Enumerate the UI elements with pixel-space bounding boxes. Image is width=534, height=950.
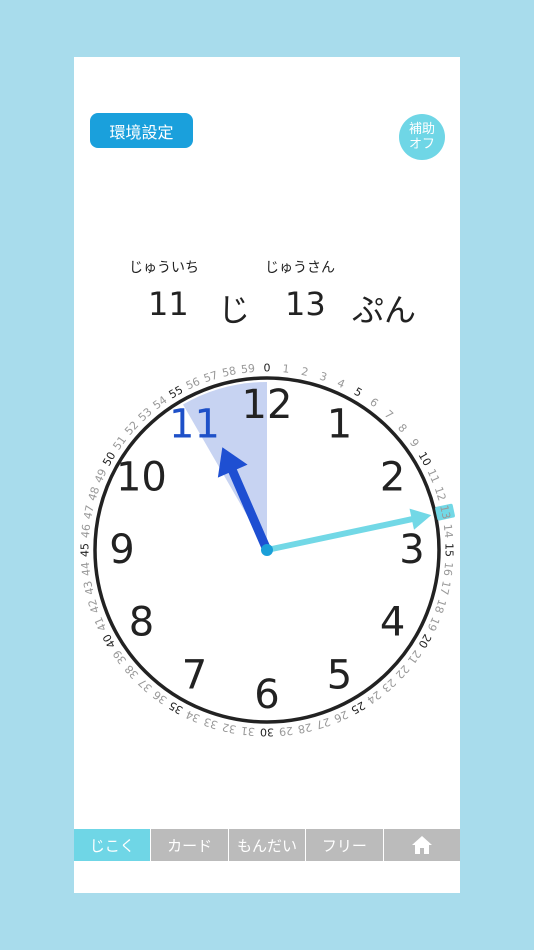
hour-value: 11 — [148, 285, 189, 323]
minute-tick-label: 3 — [318, 370, 329, 385]
minute-tick-label: 47 — [81, 504, 97, 520]
assist-label-line1: 補助 — [408, 122, 435, 137]
hour-number: 1 — [327, 401, 352, 447]
minute-tick-label: 8 — [395, 421, 409, 435]
minute-tick-label: 32 — [221, 720, 237, 736]
hour-number: 4 — [380, 600, 405, 646]
assist-toggle-button[interactable]: 補助 オフ — [399, 114, 445, 160]
minute-tick-label: 44 — [79, 561, 93, 576]
hour-number: 5 — [327, 653, 352, 699]
minute-value: 13 — [285, 285, 326, 323]
minute-tick-label: 9 — [407, 436, 422, 449]
minute-tick-label: 41 — [92, 615, 110, 633]
minute-tick-label: 0 — [264, 362, 271, 375]
minute-tick-label: 34 — [184, 707, 202, 725]
tab-mondai[interactable]: もんだい — [229, 829, 307, 861]
minute-tick-label: 1 — [282, 362, 290, 376]
settings-button[interactable]: 環境設定 — [90, 113, 193, 148]
assist-label-line2: オフ — [408, 137, 435, 152]
hour-number: 2 — [380, 455, 405, 501]
minute-reading: じゅうさん — [265, 260, 335, 276]
minute-tick-label: 58 — [221, 364, 237, 380]
minute-tick-label: 27 — [315, 715, 332, 732]
hour-reading: じゅういち — [129, 260, 199, 276]
minute-tick-label: 48 — [86, 485, 103, 502]
home-icon — [411, 836, 432, 854]
minute-tick-label: 18 — [432, 598, 449, 615]
minute-tick-label: 28 — [297, 720, 313, 736]
minute-tick-label: 45 — [79, 543, 92, 557]
minute-tick-label: 42 — [86, 598, 103, 615]
analog-clock[interactable]: 0 1 2 3 456789101112131415161718192021222324… — [74, 353, 460, 753]
hour-number: 6 — [254, 672, 279, 718]
minute-unit: ぷん — [352, 291, 417, 329]
hour-number: 10 — [116, 455, 167, 501]
clock-center — [261, 544, 273, 556]
tab-card[interactable]: カード — [151, 829, 229, 861]
minute-tick-label: 59 — [240, 362, 255, 376]
minute-tick-label: 6 — [367, 395, 380, 410]
hour-number: 7 — [182, 653, 207, 699]
tab-jikoku[interactable]: じこく — [74, 829, 152, 861]
minute-tick-label: 33 — [202, 715, 219, 732]
hour-unit: じ — [218, 291, 251, 329]
minute-tick-label: 29 — [278, 724, 293, 738]
hour-number: 9 — [109, 527, 134, 573]
minute-tick-label: 16 — [441, 561, 455, 576]
minute-tick-label: 26 — [332, 707, 350, 725]
minute-tick-label: 2 — [300, 365, 310, 379]
minute-tick-label: 11 — [424, 467, 442, 485]
tab-free[interactable]: フリー — [306, 829, 384, 861]
tab-home[interactable] — [384, 829, 460, 861]
minute-tick-label: 5 — [352, 385, 365, 400]
tab-bar: じこく カード もんだい フリー — [74, 829, 460, 861]
minute-tick-label: 17 — [437, 580, 453, 596]
hour-number: 12 — [242, 382, 293, 428]
minute-tick-label: 19 — [424, 615, 442, 633]
hour-number: 8 — [129, 600, 154, 646]
hour-number: 11 — [169, 401, 220, 447]
minute-tick-label: 43 — [81, 580, 97, 596]
minute-tick-label: 57 — [202, 369, 219, 386]
minute-tick-label: 56 — [184, 375, 202, 393]
minute-tick-label: 31 — [240, 724, 255, 738]
minute-tick-label: 15 — [443, 543, 456, 557]
minute-tick-label: 4 — [335, 376, 347, 391]
minute-tick-label: 14 — [441, 523, 455, 538]
minute-tick-label: 46 — [79, 523, 93, 538]
hour-number: 3 — [399, 527, 424, 573]
minute-tick-label: 49 — [92, 467, 110, 485]
minute-tick-label: 7 — [382, 408, 396, 422]
minute-tick-label: 12 — [432, 485, 449, 502]
minute-tick-label: 30 — [260, 726, 274, 739]
app-screen: 環境設定 補助 オフ じゅういち じゅうさん 11 じ 13 ぷん 012345… — [74, 57, 460, 893]
